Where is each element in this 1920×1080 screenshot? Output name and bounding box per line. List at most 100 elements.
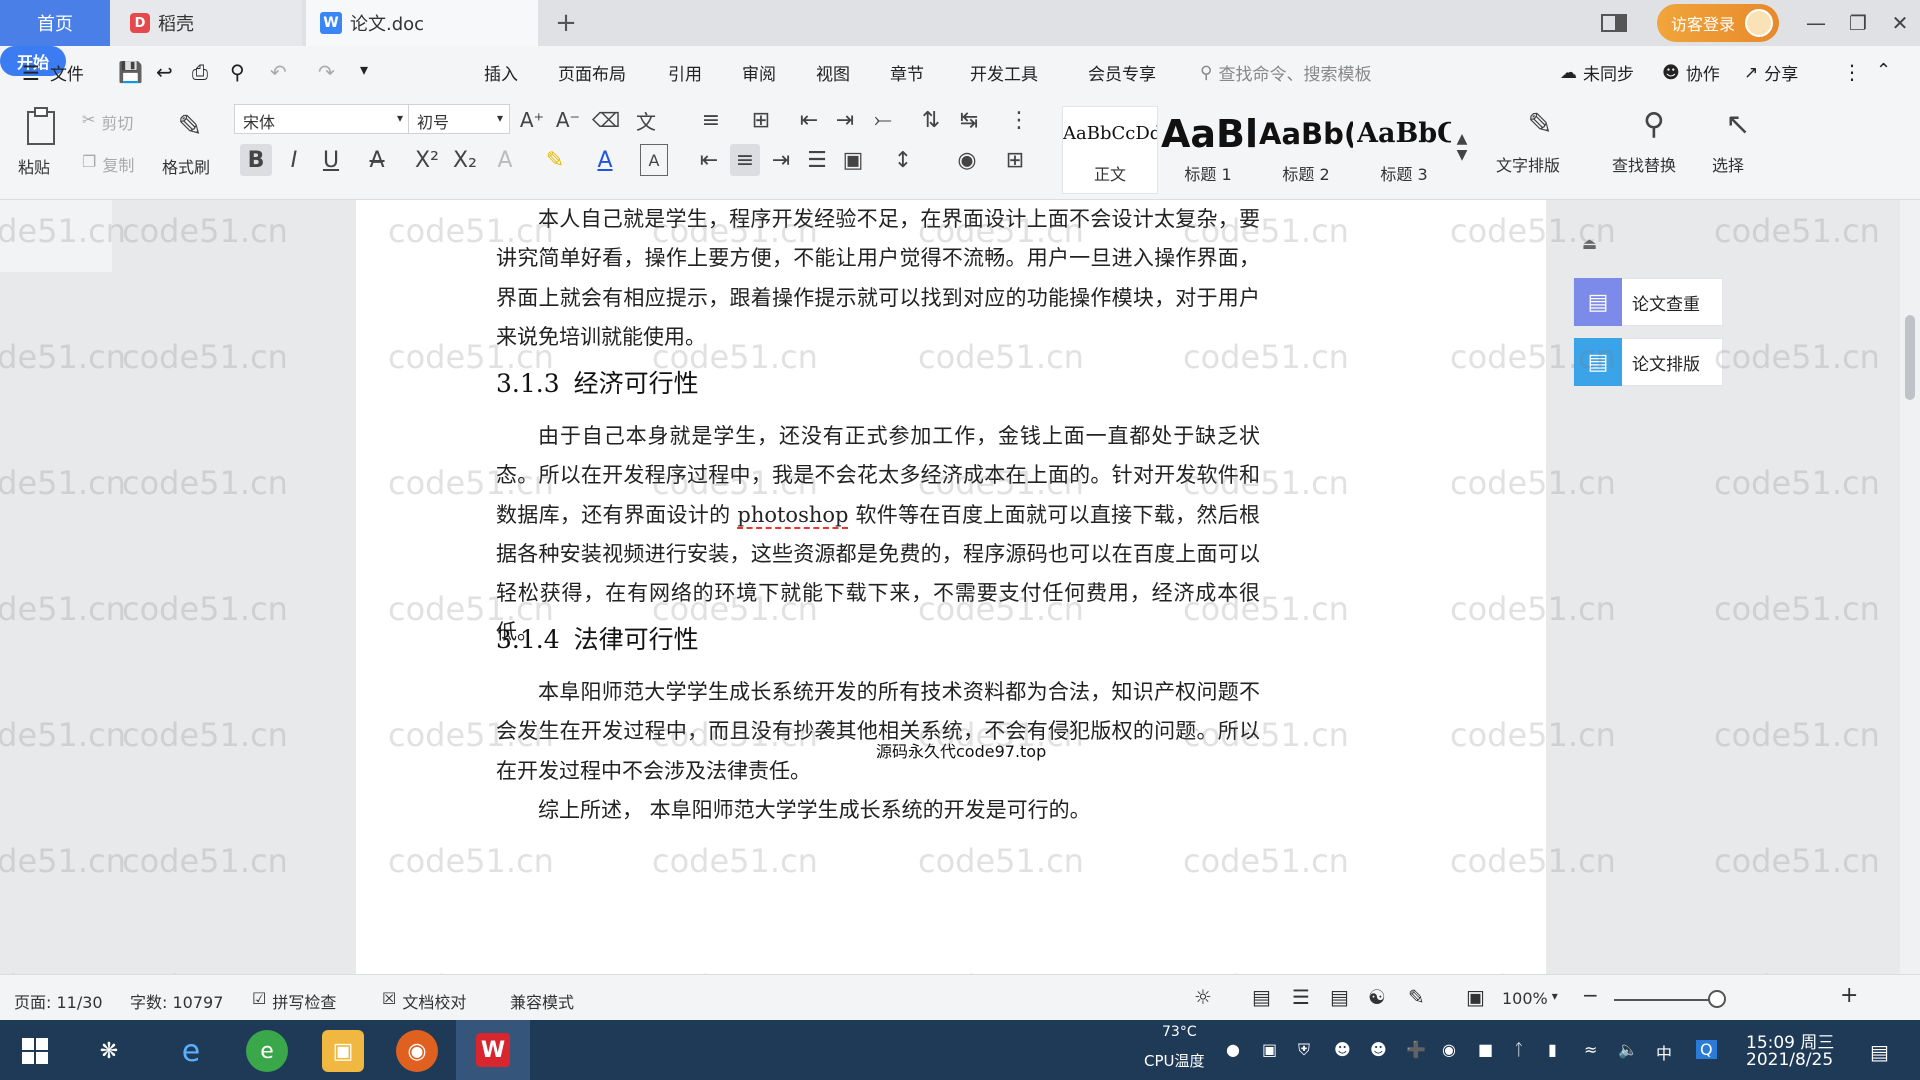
fit-page-icon[interactable]: ▣ <box>1466 985 1485 1009</box>
tab-daoke[interactable]: D 稻壳 <box>110 0 302 46</box>
guest-login-button[interactable]: 访客登录 <box>1657 4 1779 42</box>
file-menu[interactable]: ☰ 文件 <box>22 60 84 86</box>
page-view-icon[interactable]: ▤ <box>1252 985 1271 1009</box>
browser-360-icon[interactable]: e <box>246 1030 288 1072</box>
qq-icon[interactable]: ☻ <box>1334 1040 1351 1059</box>
menu-chapter[interactable]: 章节 <box>890 60 924 85</box>
document-page[interactable]: 本人自己就是学生，程序开发经验不足，在界面设计上面不会设计太复杂，要讲究简单好看… <box>356 200 1546 974</box>
shading-icon[interactable]: ◉ <box>950 144 984 176</box>
tab-home[interactable]: 首页 <box>0 0 110 46</box>
reading-view-icon[interactable]: ▤ <box>1330 985 1349 1009</box>
preview-icon[interactable]: ⚲ <box>230 60 245 84</box>
qq-icon[interactable]: ☻ <box>1370 1040 1387 1059</box>
subscript-button[interactable]: X₂ <box>448 144 482 176</box>
paragraph-usability[interactable]: 本人自己就是学生，程序开发经验不足，在界面设计上面不会设计太复杂，要讲究简单好看… <box>496 200 1260 357</box>
wps-taskbar-button[interactable]: W <box>456 1020 530 1080</box>
tray-app-icon[interactable]: ◉ <box>1442 1040 1456 1059</box>
menu-insert[interactable]: 插入 <box>484 60 518 85</box>
font-size-select[interactable]: 初号 ▾ <box>408 104 510 134</box>
cut-button[interactable]: ✂ 剪切 <box>82 110 133 134</box>
ime-indicator[interactable]: 中 <box>1656 1040 1672 1064</box>
numbered-list-icon[interactable]: ⊞ <box>744 106 778 134</box>
zoom-out-icon[interactable]: − <box>1582 983 1599 1007</box>
tray-app-icon[interactable]: ● <box>1226 1040 1240 1059</box>
bold-button[interactable]: B <box>240 144 272 176</box>
text-layout-label[interactable]: 文字排版 <box>1496 152 1560 176</box>
shrink-font-icon[interactable]: A⁻ <box>554 106 582 134</box>
recorder-app-icon[interactable]: ◉ <box>396 1030 438 1072</box>
collaborate-button[interactable]: ☻ 协作 <box>1662 60 1720 86</box>
zoom-in-icon[interactable]: + <box>1840 983 1858 1008</box>
style-heading-3[interactable]: AaBbC 标题 3 <box>1356 106 1452 194</box>
find-replace-label[interactable]: 查找替换 <box>1612 152 1676 176</box>
command-search[interactable]: ⚲ 查找命令、搜索模板 <box>1200 60 1371 86</box>
eye-protection-icon[interactable]: ☼ <box>1194 985 1212 1009</box>
sync-button[interactable]: ☁ 未同步 <box>1560 60 1634 86</box>
page-indicator[interactable]: 页面: 11/30 <box>14 989 103 1013</box>
spell-check-button[interactable]: ☑ 拼写检查 <box>252 989 336 1013</box>
paragraph-legal[interactable]: 本阜阳师范大学学生成长系统开发的所有技术资料都为合法，知识产权问题不会发生在开发… <box>496 673 1260 791</box>
paste-label[interactable]: 粘贴 <box>18 154 50 178</box>
menu-member[interactable]: 会员专享 <box>1088 60 1156 85</box>
battery-icon[interactable]: ▮ <box>1548 1040 1557 1059</box>
volume-icon[interactable]: 🔈 <box>1618 1040 1638 1059</box>
nvidia-icon[interactable]: ■ <box>1478 1040 1493 1059</box>
sort-icon[interactable]: ⇅ <box>916 106 946 134</box>
file-explorer-icon[interactable]: ▣ <box>322 1030 364 1072</box>
outline-view-icon[interactable]: ☰ <box>1292 985 1310 1009</box>
export-icon[interactable]: ↩ <box>156 60 173 84</box>
chinese-layout-icon[interactable]: ⤚ <box>866 106 900 134</box>
scrollbar-thumb[interactable] <box>1905 315 1915 400</box>
style-heading-1[interactable]: AaBl 标题 1 <box>1160 106 1256 194</box>
undo-icon[interactable]: ↶ <box>270 60 287 84</box>
paste-button[interactable] <box>20 104 64 148</box>
align-center-icon[interactable]: ≡ <box>730 144 760 176</box>
paper-layout-button[interactable]: ▤ 论文排版 <box>1573 338 1723 386</box>
pinwheel-app-icon[interactable]: ❋ <box>88 1030 130 1072</box>
misspelled-word[interactable]: photoshop <box>737 502 849 529</box>
wifi-icon[interactable]: ≈ <box>1584 1040 1597 1059</box>
justify-icon[interactable]: ☰ <box>802 144 832 176</box>
word-count[interactable]: 字数: 10797 <box>130 989 223 1013</box>
highlight-icon[interactable]: ✎ <box>538 144 572 176</box>
strikethrough-button[interactable]: A <box>360 144 394 176</box>
clock-date[interactable]: 2021/8/25 <box>1746 1050 1833 1070</box>
tray-app-icon[interactable]: ▣ <box>1262 1040 1277 1059</box>
notification-icon[interactable]: ▤ <box>1870 1040 1889 1064</box>
show-marks-icon[interactable]: ↹ <box>952 106 986 134</box>
close-button[interactable]: ✕ <box>1882 6 1918 40</box>
style-heading-2[interactable]: AaBb( 标题 2 <box>1258 106 1354 194</box>
paper-check-button[interactable]: ▤ 论文查重 <box>1573 278 1723 326</box>
menu-developer[interactable]: 开发工具 <box>970 60 1038 85</box>
paragraph-conclusion[interactable]: 综上所述， 本阜阳师范大学学生成长系统的开发是可行的。 <box>496 791 1260 831</box>
italic-button[interactable]: I <box>280 144 308 176</box>
align-right-icon[interactable]: ⇥ <box>766 144 796 176</box>
line-spacing-icon[interactable]: ↕ <box>886 144 920 176</box>
phonetic-icon[interactable]: 文 <box>630 106 662 134</box>
find-replace-icon[interactable]: ⚲ <box>1630 102 1678 146</box>
format-painter-icon[interactable]: ✎ <box>170 104 210 148</box>
cursor-select-icon[interactable]: ↖ <box>1716 102 1760 146</box>
clear-format-icon[interactable]: ⌫ <box>592 106 620 134</box>
redo-icon[interactable]: ↷ <box>318 60 335 84</box>
input-method-icon[interactable]: Q <box>1696 1040 1717 1059</box>
menu-references[interactable]: 引用 <box>668 60 702 85</box>
align-left-icon[interactable]: ⇤ <box>694 144 724 176</box>
windows-start-icon[interactable] <box>14 1030 56 1072</box>
distribute-icon[interactable]: ▣ <box>838 144 868 176</box>
collapse-panel-icon[interactable]: ⏏ <box>1582 234 1597 253</box>
print-icon[interactable]: ⎙ <box>192 60 208 84</box>
zoom-slider-handle[interactable] <box>1708 990 1726 1008</box>
bluetooth-icon[interactable]: ᛏ <box>1514 1040 1524 1059</box>
layout-toggle-icon[interactable] <box>1596 6 1632 40</box>
tray-plus-icon[interactable]: ➕ <box>1406 1040 1426 1059</box>
select-label[interactable]: 选择 <box>1712 152 1744 176</box>
menu-review[interactable]: 审阅 <box>742 60 776 85</box>
tab-document[interactable]: W 论文.doc <box>306 0 538 46</box>
share-button[interactable]: ↗ 分享 <box>1744 60 1798 86</box>
style-normal[interactable]: AaBbCcDd 正文 <box>1062 106 1158 194</box>
copy-button[interactable]: ❐ 复制 <box>82 152 134 176</box>
web-view-icon[interactable]: ☯ <box>1368 985 1386 1009</box>
text-layout-icon[interactable]: ✎ <box>1516 102 1564 146</box>
vertical-scrollbar[interactable] <box>1900 200 1920 974</box>
